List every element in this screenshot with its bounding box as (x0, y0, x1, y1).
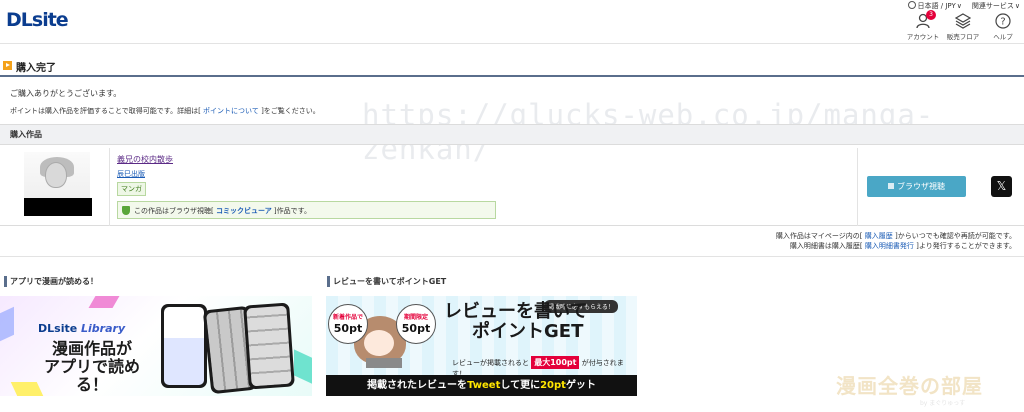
decorative-shape (10, 382, 44, 396)
arrow-marker-icon (3, 61, 12, 70)
history-note-line: 購入明細書は購入履歴[ 購入明細書発行 ]より発行することができます。 (789, 242, 1016, 250)
points-bubble: 期間限定 50pt (396, 304, 436, 344)
library-tagline: 漫画作品が アプリで読める！ (44, 339, 141, 394)
about-points-link[interactable]: ポイントについて (203, 107, 259, 115)
character-face (364, 330, 394, 356)
site-header: DLsite 日本語 / JPY∨ 関連サービス∨ 3 アカウント 販売フロア … (0, 0, 1024, 44)
x-share-button[interactable]: 𝕏 (991, 176, 1012, 197)
purchased-items-heading: 購入作品 (0, 124, 1024, 145)
library-logo: DLsite Library (38, 322, 126, 335)
browser-viewing-note: この作品はブラウザ視聴[ コミックビューア ]作品です。 (117, 201, 496, 219)
globe-icon (907, 1, 916, 9)
layers-icon (955, 13, 971, 29)
header-utility-bar: 日本語 / JPY∨ 関連サービス∨ (907, 1, 1020, 11)
language-selector[interactable]: 日本語 / JPY∨ (907, 1, 962, 11)
decorative-shape (0, 306, 14, 342)
review-banner-footer: 掲載されたレビューをTweetして更に20ptゲット (326, 375, 637, 396)
help-icon: ? (995, 13, 1011, 29)
product-info: 義兄の校内散歩 辰巳出版 マンガ この作品はブラウザ視聴[ コミックビューア ]… (117, 154, 857, 219)
header-icon-nav: 3 アカウント 販売フロア ? ヘルプ (906, 10, 1020, 41)
thumbnail-art (45, 162, 67, 188)
phone-mockup (161, 304, 207, 388)
thanks-message: ご購入ありがとうございます。 (10, 89, 122, 98)
decorative-shape (294, 349, 312, 385)
browser-view-button[interactable]: ブラウザ視聴 (867, 176, 966, 197)
chevron-down-icon: ∨ (1014, 2, 1020, 10)
related-services-menu[interactable]: 関連サービス∨ (972, 1, 1020, 11)
section-divider (0, 256, 1024, 257)
genre-tag[interactable]: マンガ (117, 182, 146, 196)
phone-screen (164, 307, 204, 385)
thumbnail-cell (0, 148, 110, 226)
product-thumbnail[interactable] (24, 152, 92, 216)
corner-watermark-logo: 漫画全巻の部屋 (836, 374, 983, 398)
phone-mockup (243, 302, 295, 390)
notification-badge: 3 (926, 10, 936, 20)
review-point-banner[interactable]: 新着作品で 50pt 期間限定 50pt 掲載時に必ずもらえる！ レビューを書いてポ… (326, 296, 637, 396)
purchase-complete-heading: 購入完了 (0, 57, 1024, 77)
account-button[interactable]: 3 アカウント (906, 10, 940, 41)
product-title-link[interactable]: 義兄の校内散歩 (117, 154, 857, 165)
product-actions: ブラウザ視聴 𝕏 (857, 148, 1024, 226)
review-banner-title: レビューを書いて ポイントGET (444, 301, 588, 342)
dlsite-library-banner[interactable]: DLsite Library 漫画作品が アプリで読める！ (0, 296, 312, 396)
review-banner-heading: レビューを書いてポイントGET (326, 276, 447, 287)
redaction-bar (24, 198, 92, 216)
purchase-history-link[interactable]: 購入履歴 (865, 232, 893, 240)
phone-screen (246, 305, 292, 387)
svg-text:?: ? (1000, 17, 1005, 28)
shield-check-icon (122, 206, 130, 215)
publisher-link[interactable]: 辰巳出版 (117, 169, 857, 179)
laptop-illustration (366, 358, 402, 368)
purchase-history-notes: 購入作品はマイページ内の[ 購入履歴 ]からいつでも確認や再読が可能です。 購入… (776, 231, 1016, 251)
history-note-line: 購入作品はマイページ内の[ 購入履歴 ]からいつでも確認や再読が可能です。 (775, 232, 1016, 240)
book-icon (888, 183, 894, 189)
decorative-shape (88, 296, 120, 308)
points-bubble: 新着作品で 50pt (328, 304, 368, 344)
comic-viewer-link[interactable]: コミックビューア (216, 207, 272, 215)
help-button[interactable]: ? ヘルプ (986, 13, 1020, 41)
sales-floor-button[interactable]: 販売フロア (946, 13, 980, 41)
app-banner-heading: アプリで漫画が読める！ (4, 276, 98, 287)
corner-watermark-sub: by まぐりゅっす (920, 400, 966, 407)
purchased-item-row: 義兄の校内散歩 辰巳出版 マンガ この作品はブラウザ視聴[ コミックビューア ]… (0, 148, 1024, 226)
page-title: 購入完了 (16, 63, 56, 74)
chevron-down-icon: ∨ (956, 2, 962, 10)
receipt-issue-link[interactable]: 購入明細書発行 (865, 242, 914, 250)
dlsite-logo[interactable]: DLsite (6, 9, 69, 31)
points-note: ポイントは購入作品を評価することで取得可能です。詳細は[ ポイントについて ]を… (10, 107, 320, 115)
